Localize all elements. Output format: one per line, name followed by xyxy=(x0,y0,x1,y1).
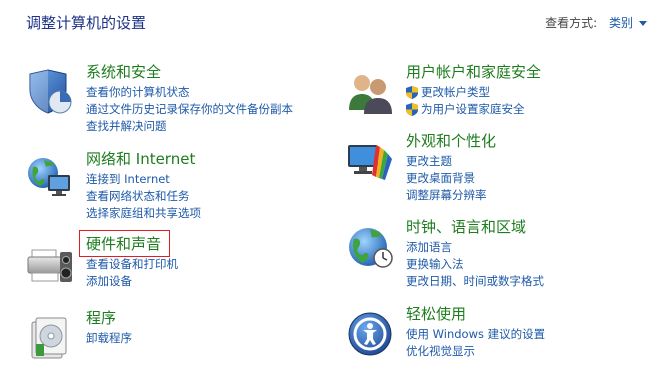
link-change-input-method[interactable]: 更换输入法 xyxy=(406,256,544,273)
category-title-network-internet[interactable]: 网络和 Internet xyxy=(86,149,201,169)
link-change-date-time-format[interactable]: 更改日期、时间或数字格式 xyxy=(406,273,544,290)
appearance-icon[interactable] xyxy=(346,137,394,185)
highlight-box xyxy=(79,230,170,257)
link-view-network-status[interactable]: 查看网络状态和任务 xyxy=(86,188,201,205)
clock-language-region-icon[interactable] xyxy=(346,223,394,271)
link-add-device[interactable]: 添加设备 xyxy=(86,273,178,290)
view-by-dropdown[interactable]: 类别 xyxy=(609,16,647,30)
link-connect-to-internet[interactable]: 连接到 Internet xyxy=(86,171,201,188)
uac-shield-icon xyxy=(406,86,418,99)
page-title: 调整计算机的设置 xyxy=(26,14,147,32)
ease-of-access-icon[interactable] xyxy=(346,310,394,358)
link-label: 更改帐户类型 xyxy=(421,85,490,99)
link-change-theme[interactable]: 更改主题 xyxy=(406,153,496,170)
link-devices-printers[interactable]: 查看设备和打印机 xyxy=(86,256,178,273)
programs-icon[interactable] xyxy=(26,314,74,362)
view-by: 查看方式: 类别 xyxy=(545,14,647,31)
link-change-account-type[interactable]: 更改帐户类型 xyxy=(406,84,541,101)
chevron-down-icon xyxy=(639,21,647,26)
link-set-family-safety[interactable]: 为用户设置家庭安全 xyxy=(406,101,541,118)
link-homegroup-sharing[interactable]: 选择家庭组和共享选项 xyxy=(86,205,201,222)
link-file-history-backup[interactable]: 通过文件历史记录保存你的文件备份副本 xyxy=(86,101,293,118)
user-accounts-icon[interactable] xyxy=(346,68,394,116)
link-change-desktop-background[interactable]: 更改桌面背景 xyxy=(406,170,496,187)
view-by-label: 查看方式: xyxy=(545,16,598,30)
system-security-icon[interactable] xyxy=(26,68,74,116)
link-adjust-resolution[interactable]: 调整屏幕分辨率 xyxy=(406,187,496,204)
network-internet-icon[interactable] xyxy=(26,155,74,203)
category-title-programs[interactable]: 程序 xyxy=(86,308,132,328)
link-find-fix-problems[interactable]: 查找并解决问题 xyxy=(86,118,293,135)
category-title-user-accounts[interactable]: 用户帐户和家庭安全 xyxy=(406,62,541,82)
link-label: 为用户设置家庭安全 xyxy=(421,102,525,116)
category-title-clock-language-region[interactable]: 时钟、语言和区域 xyxy=(406,217,544,237)
category-title-system-security[interactable]: 系统和安全 xyxy=(86,62,293,82)
category-title-appearance[interactable]: 外观和个性化 xyxy=(406,131,496,151)
link-view-computer-status[interactable]: 查看你的计算机状态 xyxy=(86,84,293,101)
link-recommended-settings[interactable]: 使用 Windows 建议的设置 xyxy=(406,326,545,343)
hardware-sound-icon[interactable] xyxy=(26,240,74,288)
link-optimize-visual-display[interactable]: 优化视觉显示 xyxy=(406,343,545,360)
category-title-ease-of-access[interactable]: 轻松使用 xyxy=(406,304,545,324)
view-by-value: 类别 xyxy=(608,16,633,30)
uac-shield-icon xyxy=(406,103,418,116)
link-add-language[interactable]: 添加语言 xyxy=(406,239,544,256)
link-uninstall-program[interactable]: 卸载程序 xyxy=(86,330,132,347)
